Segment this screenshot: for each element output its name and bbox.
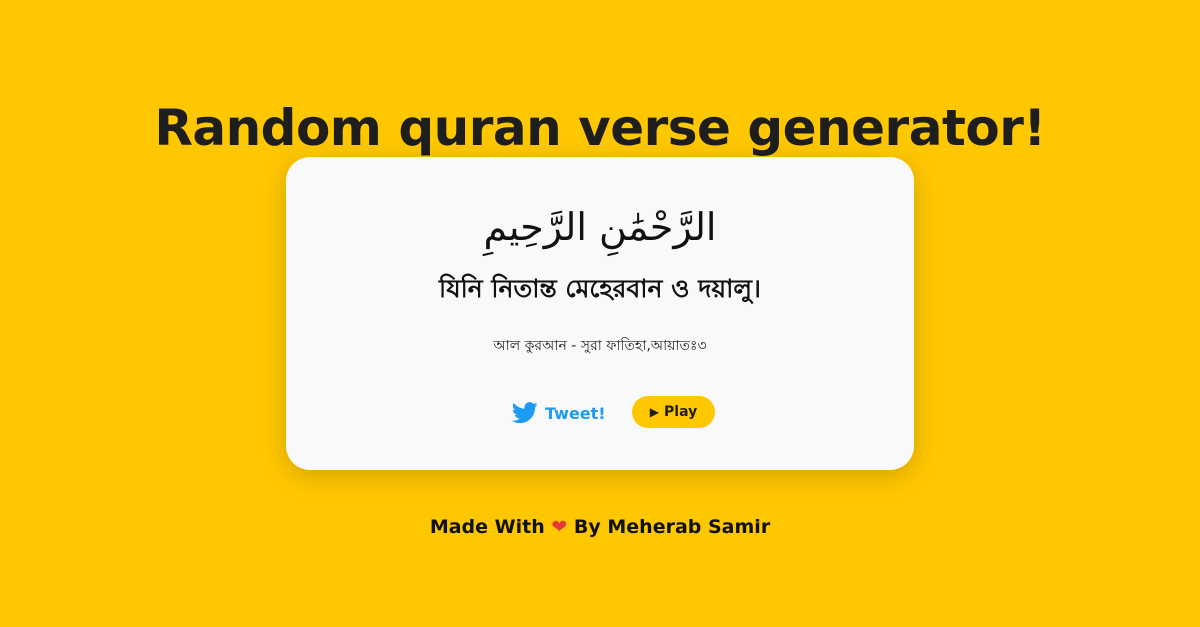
verse-reference: আল কুরআন - সুরা ফাতিহা,আয়াতঃ৩ bbox=[493, 338, 707, 354]
arabic-verse: الرَّحْمَٰنِ الرَّحِيمِ bbox=[483, 205, 717, 249]
verse-card: الرَّحْمَٰنِ الرَّحِيمِ যিনি নিতান্ত মেহ… bbox=[286, 157, 914, 470]
footer-suffix: By Meherab Samir bbox=[573, 516, 771, 538]
play-label: Play bbox=[664, 404, 698, 420]
tweet-label: Tweet! bbox=[545, 403, 606, 423]
heart-icon: ❤ bbox=[551, 516, 568, 538]
play-button[interactable]: ▶ Play bbox=[632, 396, 715, 428]
tweet-button[interactable]: Tweet! bbox=[511, 400, 606, 426]
play-icon: ▶ bbox=[649, 405, 660, 419]
verse-translation: যিনি নিতান্ত মেহেরবান ও দয়ালু। bbox=[439, 274, 761, 303]
footer-credit: Made With ❤ By Meherab Samir bbox=[0, 513, 1200, 541]
page-title: Random quran verse generator! bbox=[154, 98, 1046, 157]
twitter-bird-icon bbox=[511, 402, 539, 424]
footer-prefix: Made With bbox=[429, 516, 545, 538]
